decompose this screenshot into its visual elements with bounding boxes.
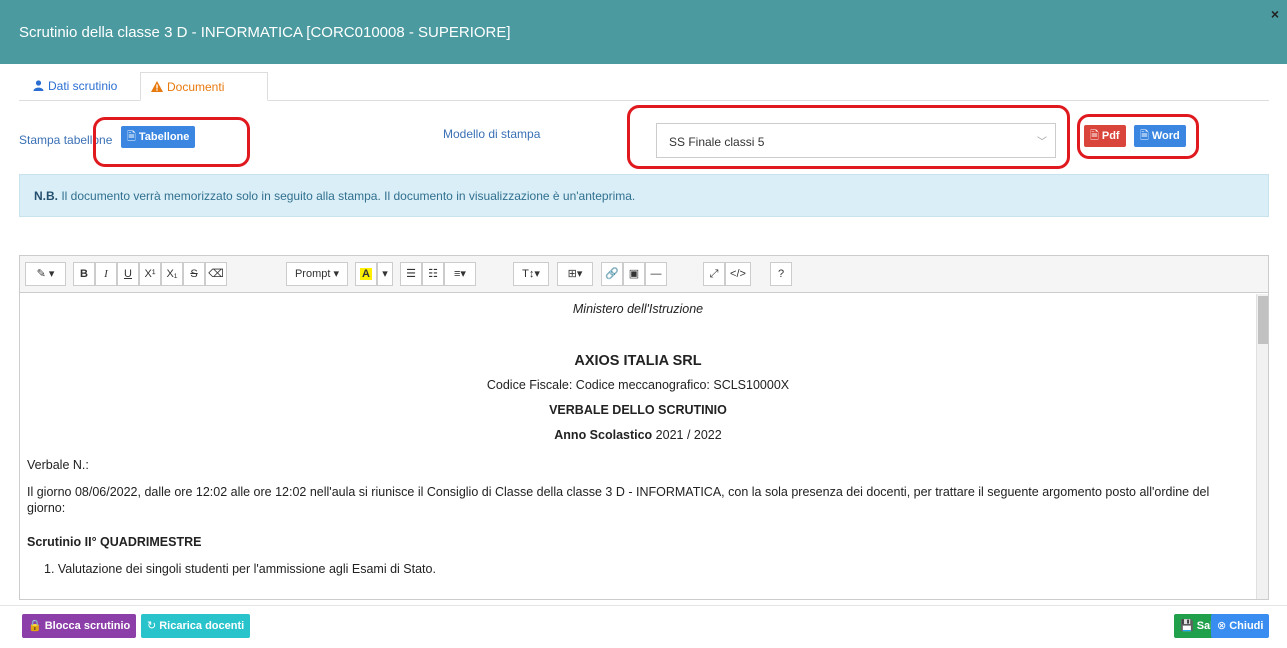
warning-icon (151, 81, 163, 95)
image-icon[interactable]: ▣ (623, 262, 645, 286)
close-label: Chiudi (1229, 620, 1264, 632)
close-button[interactable]: ⊗ Chiudi (1211, 614, 1270, 638)
line-height-icon[interactable]: T↕▾ (513, 262, 549, 286)
superscript-icon[interactable]: X¹ (139, 262, 161, 286)
tab-dati-scrutinio[interactable]: Dati scrutinio (23, 72, 127, 101)
fullscreen-icon[interactable]: ⤢ (703, 262, 725, 286)
document-editor: ✎ ▾ B I U X¹ X₁ S ⌫ Prompt ▾ A ▾ ☰ ☷ ≡▾ … (19, 255, 1269, 600)
print-model-label: Modello di stampa (443, 127, 541, 141)
modal-title: Scrutinio della classe 3 D - INFORMATICA… (19, 24, 511, 41)
verbale-number: Verbale N.: (27, 458, 89, 472)
bullet-list-icon[interactable]: ☰ (400, 262, 422, 286)
user-icon (33, 80, 44, 94)
code-view-icon[interactable]: </> (725, 262, 751, 286)
lock-scrutinio-button[interactable]: 🔒 Blocca scrutinio (22, 614, 137, 638)
scrollbar-thumb[interactable] (1258, 296, 1268, 344)
eraser-icon[interactable]: ⌫ (205, 262, 227, 286)
close-icon[interactable]: × (1271, 6, 1279, 22)
tab-bar: Dati scrutinio Documenti (19, 72, 1269, 101)
numbered-list-icon[interactable]: ☷ (422, 262, 444, 286)
ministry-line: Ministero dell'Istruzione (572, 302, 704, 316)
modal-header: Scrutinio della classe 3 D - INFORMATICA… (0, 0, 1287, 64)
verbale-title: VERBALE DELLO SCRUTINIO (549, 403, 727, 417)
company-name: AXIOS ITALIA SRL (574, 353, 702, 369)
codes-line: Codice Fiscale: Codice meccanografico: S… (486, 378, 790, 392)
refresh-icon: ↻ (147, 620, 157, 632)
year-value: 2021 / 2022 (652, 428, 722, 442)
section-title: Scrutinio II° QUADRIMESTRE (27, 535, 202, 549)
underline-icon[interactable]: U (117, 262, 139, 286)
document-content[interactable]: Ministero dell'Istruzione AXIOS ITALIA S… (20, 294, 1256, 599)
tab-label: Dati scrutinio (48, 79, 118, 93)
reload-teachers-button[interactable]: ↻ Ricarica docenti (141, 614, 251, 638)
tab-label: Documenti (167, 80, 225, 94)
lock-label: Blocca scrutinio (44, 620, 131, 632)
tab-documenti[interactable]: Documenti (140, 72, 268, 101)
info-note: N.B. Il documento verrà memorizzato solo… (19, 174, 1269, 217)
italic-icon[interactable]: I (95, 262, 117, 286)
reload-label: Ricarica docenti (159, 620, 245, 632)
footer-divider (0, 605, 1287, 606)
lock-icon: 🔒 (28, 620, 42, 632)
color-dropdown-icon[interactable]: ▾ (377, 262, 393, 286)
note-bold: N.B. (34, 189, 58, 203)
highlight-box (1077, 114, 1199, 159)
close-circle-icon: ⊗ (1217, 620, 1227, 632)
text-color-icon[interactable]: A (355, 262, 377, 286)
bold-icon[interactable]: B (73, 262, 95, 286)
note-text: N.B. Il documento verrà memorizzato solo… (34, 189, 635, 203)
note-body: Il documento verrà memorizzato solo in s… (58, 189, 636, 203)
strikethrough-icon[interactable]: S (183, 262, 205, 286)
school-year: Anno Scolastico 2021 / 2022 (20, 428, 1256, 442)
subscript-icon[interactable]: X₁ (161, 262, 183, 286)
highlight-box (93, 117, 250, 167)
save-icon: 💾 (1180, 620, 1194, 632)
table-icon[interactable]: ⊞▾ (557, 262, 593, 286)
style-magic-icon[interactable]: ✎ ▾ (25, 262, 66, 286)
scrutinio-modal: Scrutinio della classe 3 D - INFORMATICA… (0, 0, 1287, 648)
horizontal-rule-icon[interactable]: — (645, 262, 667, 286)
meeting-paragraph: Il giorno 08/06/2022, dalle ore 12:02 al… (27, 485, 1210, 515)
agenda-item: 1. Valutazione dei singoli studenti per … (44, 562, 436, 576)
prompt-label: Prompt (294, 268, 331, 280)
highlight-box (627, 105, 1070, 169)
link-icon[interactable]: 🔗 (601, 262, 623, 286)
year-label: Anno Scolastico (554, 428, 653, 442)
prompt-dropdown[interactable]: Prompt ▾ (286, 262, 348, 286)
help-icon[interactable]: ? (770, 262, 792, 286)
align-icon[interactable]: ≡▾ (444, 262, 476, 286)
editor-toolbar: ✎ ▾ B I U X¹ X₁ S ⌫ Prompt ▾ A ▾ ☰ ☷ ≡▾ … (20, 256, 1268, 293)
editor-scrollbar[interactable] (1256, 294, 1268, 599)
